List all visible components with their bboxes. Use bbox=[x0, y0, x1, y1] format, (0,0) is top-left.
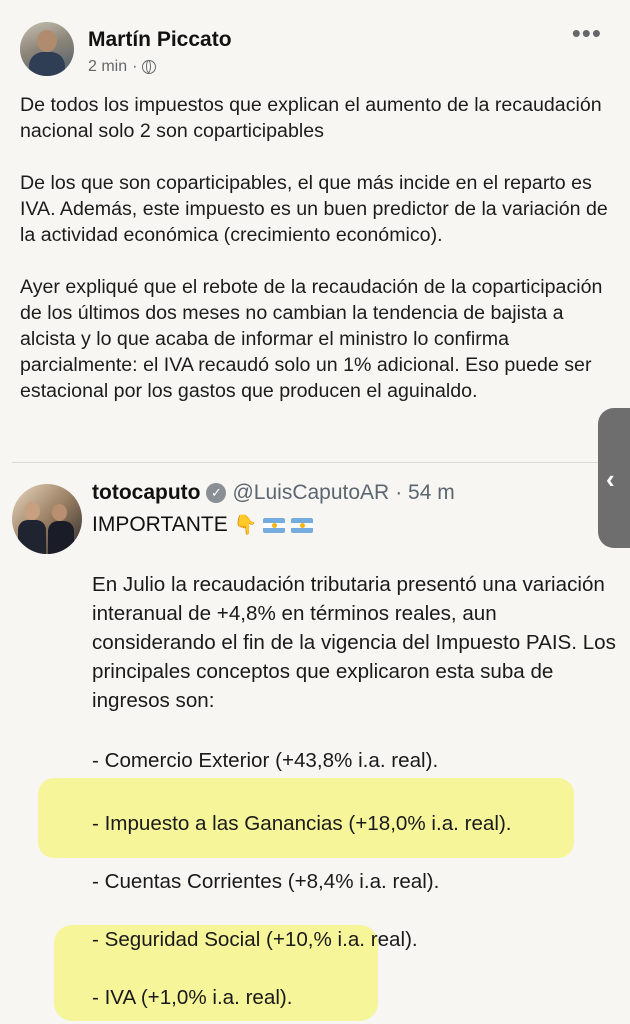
tax-item: - Seguridad Social (+10,% i.a. real). bbox=[92, 928, 418, 951]
author-avatar[interactable] bbox=[20, 22, 74, 76]
tax-item: - IVA (+1,0% i.a. real). bbox=[92, 986, 293, 1009]
divider bbox=[12, 462, 618, 463]
post-meta: 2 min · bbox=[88, 58, 157, 76]
tweet-header: totocaputo ✓ @LuisCaputoAR · 54 m bbox=[92, 481, 455, 505]
post-paragraph: De los que son coparticipables, el que m… bbox=[20, 172, 608, 246]
side-panel-tab[interactable]: ‹ bbox=[598, 408, 630, 548]
argentina-flag-icon bbox=[291, 517, 314, 533]
tax-item: - Comercio Exterior (+43,8% i.a. real). bbox=[92, 749, 439, 772]
more-dots-icon[interactable]: ••• bbox=[572, 20, 602, 46]
verified-badge-icon: ✓ bbox=[206, 483, 227, 503]
pointing-down-hand-icon: 👇 bbox=[233, 514, 258, 536]
headline-text: IMPORTANTE bbox=[92, 513, 228, 536]
post-paragraph: Ayer expliqué que el rebote de la recaud… bbox=[20, 276, 603, 402]
post-header: Martín Piccato 2 min · ••• bbox=[20, 20, 610, 82]
post-time[interactable]: 2 min bbox=[88, 58, 127, 76]
author-name[interactable]: Martín Piccato bbox=[88, 28, 232, 52]
chevron-left-icon: ‹ bbox=[606, 464, 615, 494]
post-body: De todos los impuestos que explican el a… bbox=[20, 92, 616, 430]
tax-item: - Cuentas Corrientes (+8,4% i.a. real). bbox=[92, 870, 440, 893]
tweet-headline: IMPORTANTE 👇 bbox=[92, 513, 314, 537]
tweet-avatar[interactable] bbox=[12, 484, 82, 554]
tweet-handle[interactable]: @LuisCaputoAR bbox=[232, 481, 389, 505]
tax-item: - Impuesto a las Ganancias (+18,0% i.a. … bbox=[92, 812, 512, 835]
tweet-author-name[interactable]: totocaputo bbox=[92, 481, 200, 505]
post-paragraph: De todos los impuestos que explican el a… bbox=[20, 94, 602, 142]
meta-separator: · bbox=[132, 58, 138, 75]
globe-icon bbox=[142, 60, 157, 74]
tweet-body: En Julio la recaudación tributaria prese… bbox=[92, 573, 616, 712]
argentina-flag-icon bbox=[263, 517, 286, 533]
tweet-time: · 54 m bbox=[395, 481, 455, 504]
